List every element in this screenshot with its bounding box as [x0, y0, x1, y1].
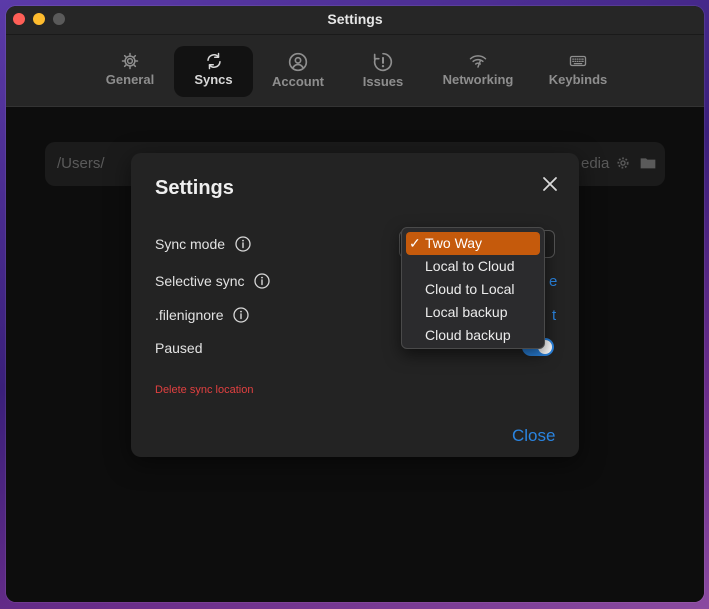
tab-syncs-label: Syncs [194, 72, 233, 87]
tab-issues-label: Issues [362, 74, 404, 89]
checkmark-icon: ✓ [409, 235, 421, 251]
tab-keybinds[interactable]: Keybinds [542, 46, 614, 97]
sync-mode-dropdown-menu: ✓ Two Way Local to Cloud Cloud to Local … [401, 227, 545, 349]
wifi-icon [469, 55, 487, 68]
tab-issues[interactable]: Issues [356, 46, 410, 97]
settings-window: Settings General Syncs Account Issues Ne… [6, 6, 704, 602]
paused-label: Paused [155, 340, 203, 356]
user-icon [288, 52, 308, 72]
tab-general-label: General [105, 72, 155, 87]
option-label: Two Way [425, 235, 483, 251]
alert-icon [373, 52, 393, 72]
selective-sync-label: Selective sync [155, 273, 245, 289]
sync-icon [206, 52, 221, 70]
selective-sync-configure-link[interactable]: e [549, 273, 557, 290]
sync-mode-label: Sync mode [155, 236, 226, 252]
title-bar: Settings [6, 6, 704, 35]
tab-networking[interactable]: Networking [438, 46, 518, 97]
window-title: Settings [327, 11, 383, 27]
option-label: Local backup [425, 304, 508, 320]
settings-toolbar: General Syncs Account Issues Networking … [6, 35, 704, 107]
close-icon[interactable] [541, 175, 559, 193]
option-label: Cloud backup [425, 327, 511, 343]
gear-icon [121, 52, 139, 70]
sync-mode-option-local-backup[interactable]: Local backup [406, 301, 540, 324]
sync-mode-option-two-way[interactable]: ✓ Two Way [406, 232, 540, 255]
keyboard-icon [569, 55, 587, 67]
tab-networking-label: Networking [442, 72, 514, 87]
filenignore-row: .filenignore [155, 307, 250, 323]
sync-mode-option-cloud-backup[interactable]: Cloud backup [406, 324, 540, 347]
info-icon[interactable] [254, 273, 271, 289]
selective-sync-row: Selective sync [155, 273, 271, 289]
tab-syncs[interactable]: Syncs [174, 46, 253, 97]
sync-mode-option-cloud-to-local[interactable]: Cloud to Local [406, 278, 540, 301]
close-button[interactable]: Close [512, 426, 555, 446]
sync-mode-option-local-to-cloud[interactable]: Local to Cloud [406, 255, 540, 278]
modal-title: Settings [155, 177, 234, 199]
tab-general[interactable]: General [94, 46, 166, 97]
tab-account[interactable]: Account [265, 46, 331, 97]
delete-sync-location-link[interactable]: Delete sync location [155, 384, 253, 396]
filenignore-label: .filenignore [155, 307, 224, 323]
option-label: Local to Cloud [425, 258, 515, 274]
info-icon[interactable] [233, 307, 250, 323]
filenignore-edit-link[interactable]: t [552, 307, 556, 324]
info-icon[interactable] [235, 236, 251, 252]
sync-mode-row: Sync mode [155, 236, 251, 252]
sync-settings-modal: Settings Sync mode Selective sync .filen… [131, 153, 579, 457]
tab-account-label: Account [272, 74, 324, 89]
tab-keybinds-label: Keybinds [548, 72, 608, 87]
option-label: Cloud to Local [425, 281, 515, 297]
